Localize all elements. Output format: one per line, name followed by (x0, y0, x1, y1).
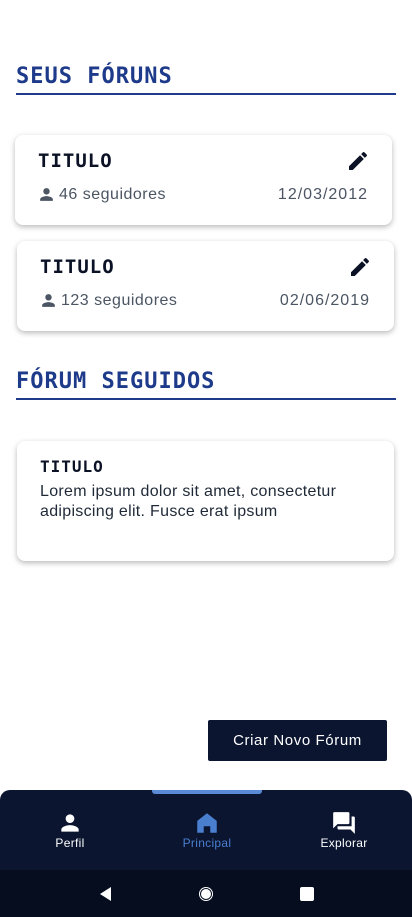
followers-label: 46 seguidores (59, 185, 167, 203)
forum-icon (333, 812, 355, 834)
home-circle-icon[interactable] (196, 884, 216, 904)
back-icon[interactable] (96, 884, 116, 904)
forum-title: TITULO (40, 256, 115, 278)
forum-date: 12/03/2012 (277, 186, 368, 203)
section-title-my-forums: SEUS FÓRUNS (16, 64, 396, 95)
nav-item-perfil[interactable]: Perfil (20, 810, 120, 850)
forum-date: 02/06/2019 (279, 292, 370, 309)
forum-description: Lorem ipsum dolor sit amet, consectetur … (40, 483, 337, 520)
nav-label: Explorar (320, 836, 368, 850)
home-icon (197, 813, 217, 833)
forum-card[interactable]: TITULO 46 seguidores 12/03/2012 (15, 135, 392, 225)
edit-icon[interactable] (346, 149, 370, 173)
edit-icon[interactable] (348, 255, 372, 279)
nav-item-explorar[interactable]: Explorar (294, 810, 394, 850)
active-tab-indicator (152, 790, 262, 794)
followers-count: 123 seguidores (39, 291, 177, 310)
person-icon (42, 294, 55, 307)
person-icon (40, 188, 53, 201)
forum-card[interactable]: TITULO 123 seguidores 02/06/2019 (17, 241, 394, 331)
nav-label: Perfil (55, 836, 85, 850)
followed-forum-card[interactable]: TITULO Lorem ipsum dolor sit amet, conse… (17, 441, 394, 561)
person-icon (61, 814, 79, 832)
nav-label: Principal (182, 836, 232, 850)
followers-count: 46 seguidores (37, 185, 166, 204)
forum-title: TITULO (40, 457, 104, 476)
followers-label: 123 seguidores (61, 291, 178, 309)
create-forum-button[interactable]: Criar Novo Fórum (208, 720, 387, 761)
forum-title: TITULO (38, 150, 113, 172)
section-title-followed-forums: FÓRUM SEGUIDOS (16, 369, 396, 400)
recents-icon[interactable] (297, 884, 317, 904)
nav-item-principal[interactable]: Principal (157, 810, 257, 850)
bottom-navigation: Perfil Principal Explorar (0, 790, 412, 870)
system-navigation-bar (0, 870, 412, 917)
